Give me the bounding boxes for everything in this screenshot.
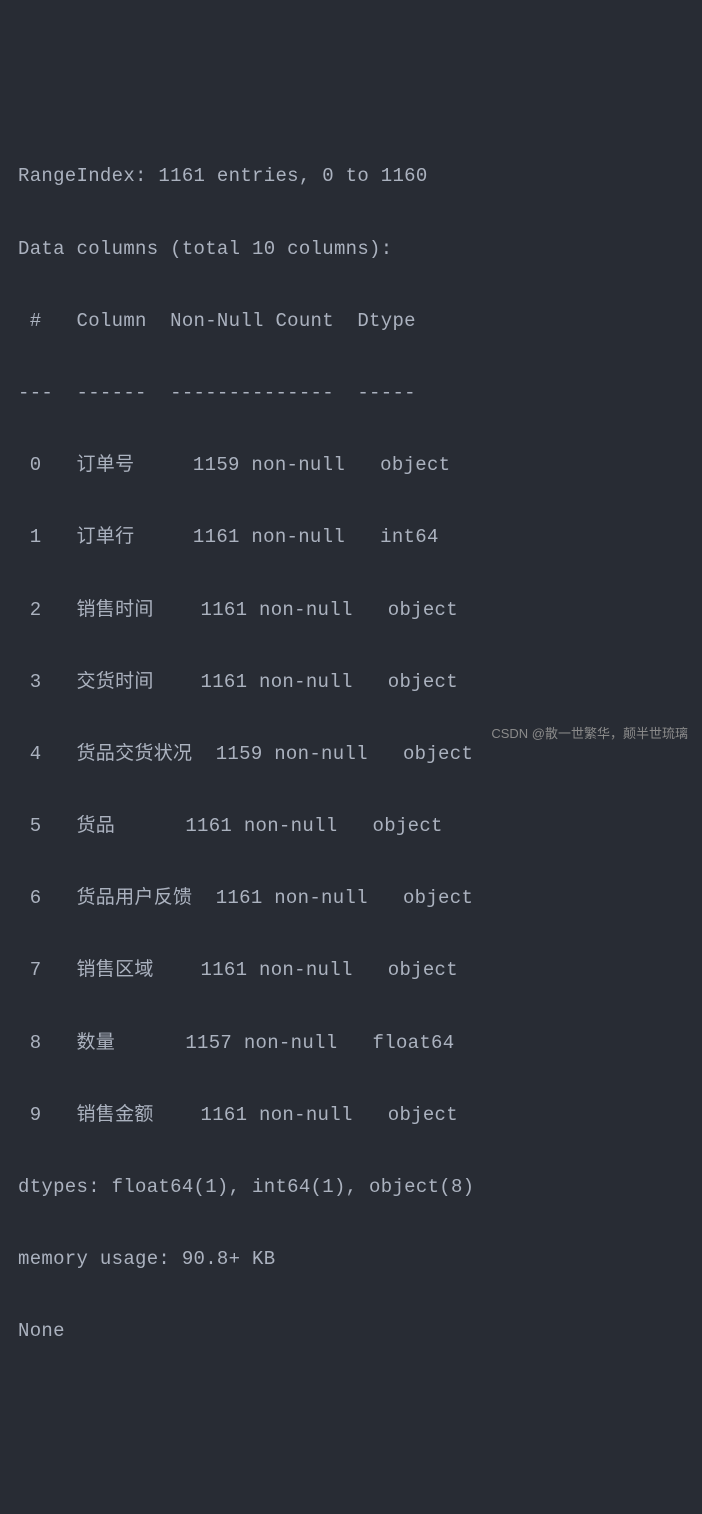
- data-row: 3 交货时间 1161 non-null object: [18, 664, 684, 700]
- data-row: 7 销售区域 1161 non-null object: [18, 952, 684, 988]
- data-row: 8 数量 1157 non-null float64: [18, 1025, 684, 1061]
- data-row: 1 订单行 1161 non-null int64: [18, 519, 684, 555]
- output-line: RangeIndex: 1161 entries, 0 to 1160: [18, 158, 684, 194]
- data-row: 6 货品用户反馈 1161 non-null object: [18, 880, 684, 916]
- data-row: 2 销售时间 1161 non-null object: [18, 592, 684, 628]
- csdn-watermark: CSDN @散一世繁华，颠半世琉璃: [491, 722, 688, 747]
- data-row: 0 订单号 1159 non-null object: [18, 447, 684, 483]
- separator-line: --- ------ -------------- -----: [18, 375, 684, 411]
- column-header: # Column Non-Null Count Dtype: [18, 303, 684, 339]
- none-output: None: [18, 1313, 684, 1349]
- data-row: 9 销售金额 1161 non-null object: [18, 1097, 684, 1133]
- memory-usage: memory usage: 90.8+ KB: [18, 1241, 684, 1277]
- dtypes-summary: dtypes: float64(1), int64(1), object(8): [18, 1169, 684, 1205]
- output-line: Data columns (total 10 columns):: [18, 231, 684, 267]
- data-row: 5 货品 1161 non-null object: [18, 808, 684, 844]
